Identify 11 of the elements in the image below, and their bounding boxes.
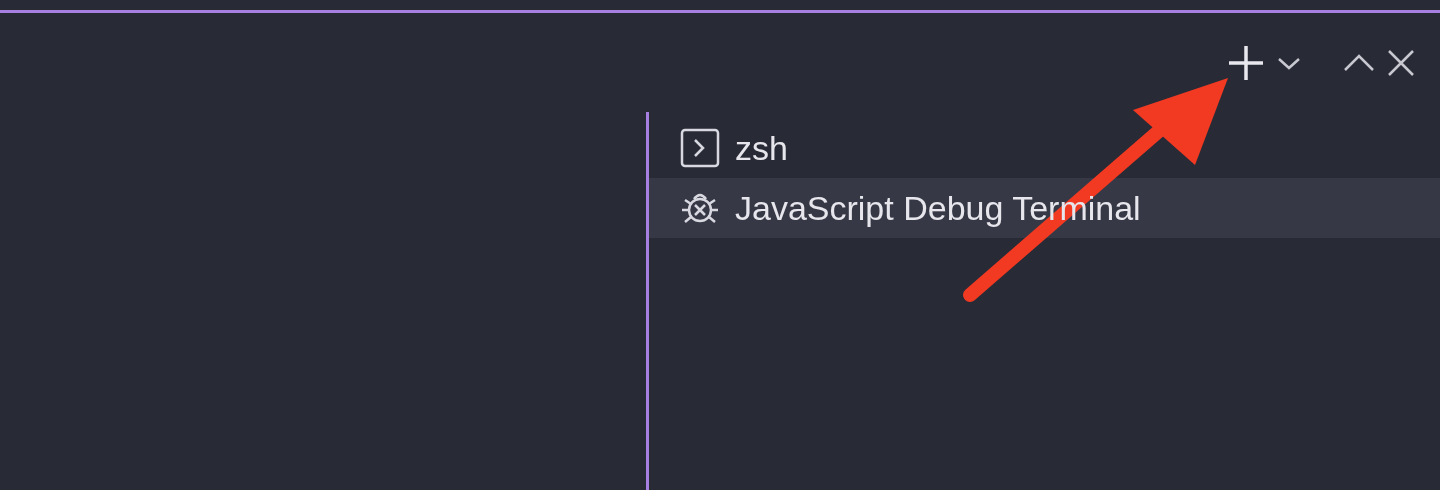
close-button[interactable] xyxy=(1388,50,1414,76)
terminal-icon xyxy=(679,127,721,169)
chevron-up-button[interactable] xyxy=(1344,54,1374,72)
close-icon xyxy=(1388,50,1414,76)
add-button[interactable] xyxy=(1228,45,1264,81)
terminal-name: zsh xyxy=(735,128,788,168)
add-icon xyxy=(1228,45,1264,81)
chevron-up-icon xyxy=(1344,54,1374,72)
terminal-list-item[interactable]: zsh xyxy=(649,118,1440,178)
chevron-down-button[interactable] xyxy=(1278,56,1300,70)
chevron-down-icon xyxy=(1278,56,1300,70)
